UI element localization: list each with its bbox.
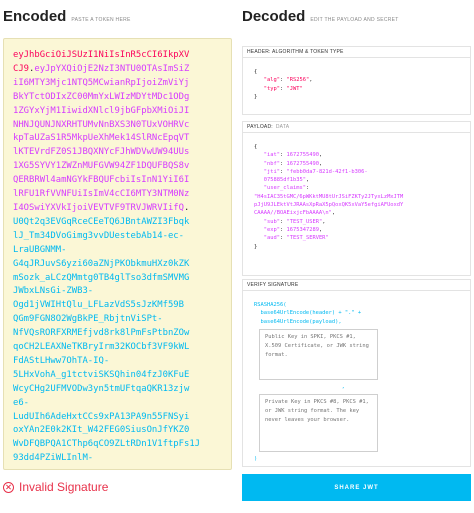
verify-comma: , — [341, 383, 345, 390]
payload-panel: PAYLOAD: DATA { "iat": 1672755490, "nbf":… — [242, 121, 471, 276]
share-jwt-button[interactable]: SHARE JWT — [242, 474, 471, 501]
token-payload-line: 1ZGYxYjM1IiwidXNlcl9jbGFpbXMiOiJI — [13, 105, 190, 116]
token-payload-line: QERBRWl4amNGYkFBQUFcbiIsInN1YiI6I — [13, 175, 190, 186]
public-key-input[interactable] — [259, 328, 378, 380]
json-field-continuation: "H4sIAC35tGMC/6pWKktMU8tUrJSiFZKTy2JTyxL… — [254, 193, 404, 200]
token-signature-line: G4qJRJuvS6yzi60aZNjPKObkmuHXz0kZK — [13, 258, 190, 269]
token-payload-line: BkYTctODIxZC00MmYxLWIzMDYtMDc1ODg — [13, 91, 190, 102]
decoded-title: Decoded — [242, 8, 306, 25]
token-signature-line: QGm9FGN8O2WgBkPE_RbjtnViSPt- — [13, 314, 163, 325]
token-signature-line: oxYAn2E0k2KIt_W42FEG0SiusOnJfYKZ0 — [13, 425, 190, 436]
token-payload-line: lKTEVrdFZ0S1JBQXNYcFJhWDVwUW94UUs — [13, 147, 190, 158]
token-signature-line: WvDFQBPQA1CThp6qCO9ZLtRDn1V1ftpFs1J — [13, 439, 201, 450]
verify-func-line: RSASHA256( — [254, 302, 287, 308]
payload-panel-label: PAYLOAD: DATA — [243, 122, 470, 133]
verify-func-line: base64UrlEncode(header) + "." + — [260, 310, 362, 317]
json-field: "aud": "TEST_SERVER" — [263, 235, 329, 242]
encoded-title: Encoded — [3, 8, 67, 25]
token-payload-line: lRFU1RfVVNFUiIsImV4cCI6MTY3NTM0Nz — [13, 189, 190, 200]
invalid-x-circle-icon — [3, 481, 14, 493]
verify-closing-paren: ) — [254, 456, 258, 463]
token-signature-line: LudUIh6AdeHxtCCs9xPA13PA9n55FNSyi — [13, 411, 190, 422]
token-payload-segment: iI6MTY3Mjc1NTQ5MCwianRpIjoiZmViYj BkYTct… — [13, 77, 223, 216]
verify-func-line: base64UrlEncode(payload), — [260, 318, 342, 325]
decoded-heading: Decoded EDIT THE PAYLOAD AND SECRET — [242, 8, 471, 30]
json-field: "sub": "TEST_USER", — [263, 218, 326, 225]
json-field: "jti": "febb0da7-821d-42f1-b306- — [263, 168, 368, 175]
token-signature-segment: U0Qt2q3EVGqRceCEeTQ6JBntAWZI3Fbqk lJ_Tm3… — [13, 216, 223, 466]
json-field-continuation: pJjU9JLEktVtJRAAsXpRaX5pQoxQK5xVaY5efgiA… — [254, 202, 404, 209]
token-payload-line: iI6MTY3Mjc1NTQ5MCwianRpIjoiZmViYj — [13, 77, 190, 88]
token-payload-line: kpTaUZaS1R5MkpUeXhMek14SlRNcEpqVT — [13, 133, 190, 144]
json-field: "iat": 1672755490, — [263, 152, 323, 159]
private-key-input[interactable] — [259, 394, 378, 453]
token-payload-line: NHNJQUNJNXRHTUMvNnBXS3N0TUxVOHRVc — [13, 119, 190, 130]
json-field: "exp": 1675347289, — [263, 226, 323, 233]
verify-signature-body: RSASHA256( base64UrlEncode(header) + "."… — [243, 291, 470, 469]
signature-status: Invalid Signature — [3, 480, 108, 494]
decoded-subtitle: EDIT THE PAYLOAD AND SECRET — [310, 17, 399, 23]
payload-json-editor[interactable]: { "iat": 1672755490, "nbf": 1672755490, … — [243, 133, 470, 257]
token-signature-line: U0Qt2q3EVGqRceCEeTQ6JBntAWZI3Fbqk — [13, 216, 190, 227]
json-field-continuation: CAAAA//BOAEixjcFbAAAA\n", — [254, 210, 336, 217]
token-signature-line: Ogd1jVWIHtQlu_LFLazVdS5sJzKMf59B — [13, 300, 184, 311]
token-signature-line: 93dd4PZiWLInlM- — [13, 453, 94, 464]
verify-panel-label: VERIFY SIGNATURE — [243, 280, 470, 291]
encoded-column: Encoded PASTE A TOKEN HERE eyJhbGciOiJSU… — [3, 8, 232, 470]
token-signature-line: WcyCHg2UFMVODw3yn5tmUFtqaQKR13zjw — [13, 383, 190, 394]
token-signature-line: LraUBGNMM- — [13, 244, 67, 255]
token-header-line: CJ9.eyJpYXQiOjE2NzI3NTU0OTAsImSiZ — [13, 63, 190, 74]
token-signature-line: e6- — [13, 397, 30, 408]
header-panel-label: HEADER: ALGORITHM & TOKEN TYPE — [243, 47, 470, 58]
json-field: "alg": "RS256", — [263, 77, 313, 84]
token-header-segment: eyJhbGciOiJSUzI1NiIsInR5cCI6IkpXV CJ9.ey… — [13, 49, 223, 77]
token-signature-line: FdAStLHww7OhTA-IQ- — [13, 355, 110, 366]
encoded-token-editor[interactable]: eyJhbGciOiJSUzI1NiIsInR5cCI6IkpXV CJ9.ey… — [3, 38, 232, 470]
json-field: "typ": "JWT" — [263, 85, 303, 92]
decoded-column: Decoded EDIT THE PAYLOAD AND SECRET HEAD… — [242, 8, 471, 467]
json-field-continuation: 075885df1b35", — [263, 177, 310, 184]
token-payload-line: I4OSwiYXVkIjoiVEVTVF9TRVJWRVIifQ. — [13, 202, 190, 213]
header-json-editor[interactable]: { "alg": "RS256", "typ": "JWT" } — [243, 58, 470, 107]
signature-status-text: Invalid Signature — [19, 480, 109, 494]
token-signature-line: qoCH2LEAXNeTKBryIrm32KOCbf3VF9kWL — [13, 342, 190, 353]
verify-signature-panel: VERIFY SIGNATURE RSASHA256( base64UrlEnc… — [242, 279, 471, 467]
token-signature-line: lJ_Tm34DVoGimg3vvDUestebAb14-ec- — [13, 230, 184, 241]
token-payload-line: 1XG5SYVY1ZWZnMUFGVW94ZF1DQUFBQS8v — [13, 161, 190, 172]
token-signature-line: NfVQsRORFXRMEfjvd8rk8lPmFsPtbnZOw — [13, 328, 190, 339]
json-field: "user_claims": — [263, 185, 310, 192]
encoded-subtitle: PASTE A TOKEN HERE — [71, 17, 131, 23]
token-header-line: eyJhbGciOiJSUzI1NiIsInR5cCI6IkpXV — [13, 50, 190, 60]
json-field: "nbf": 1672755490, — [263, 160, 323, 167]
token-signature-line: 5LHxVohA_g1tctviSKSQhin04fzJ0KFuE — [13, 369, 190, 380]
token-signature-line: mSozk_aLCzQMmtg0TB4glTso3dfmSMVMG — [13, 272, 190, 283]
header-panel: HEADER: ALGORITHM & TOKEN TYPE { "alg": … — [242, 46, 471, 115]
encoded-heading: Encoded PASTE A TOKEN HERE — [3, 8, 232, 30]
token-signature-line: JWbxLNsGi-ZWB3- — [13, 286, 94, 297]
